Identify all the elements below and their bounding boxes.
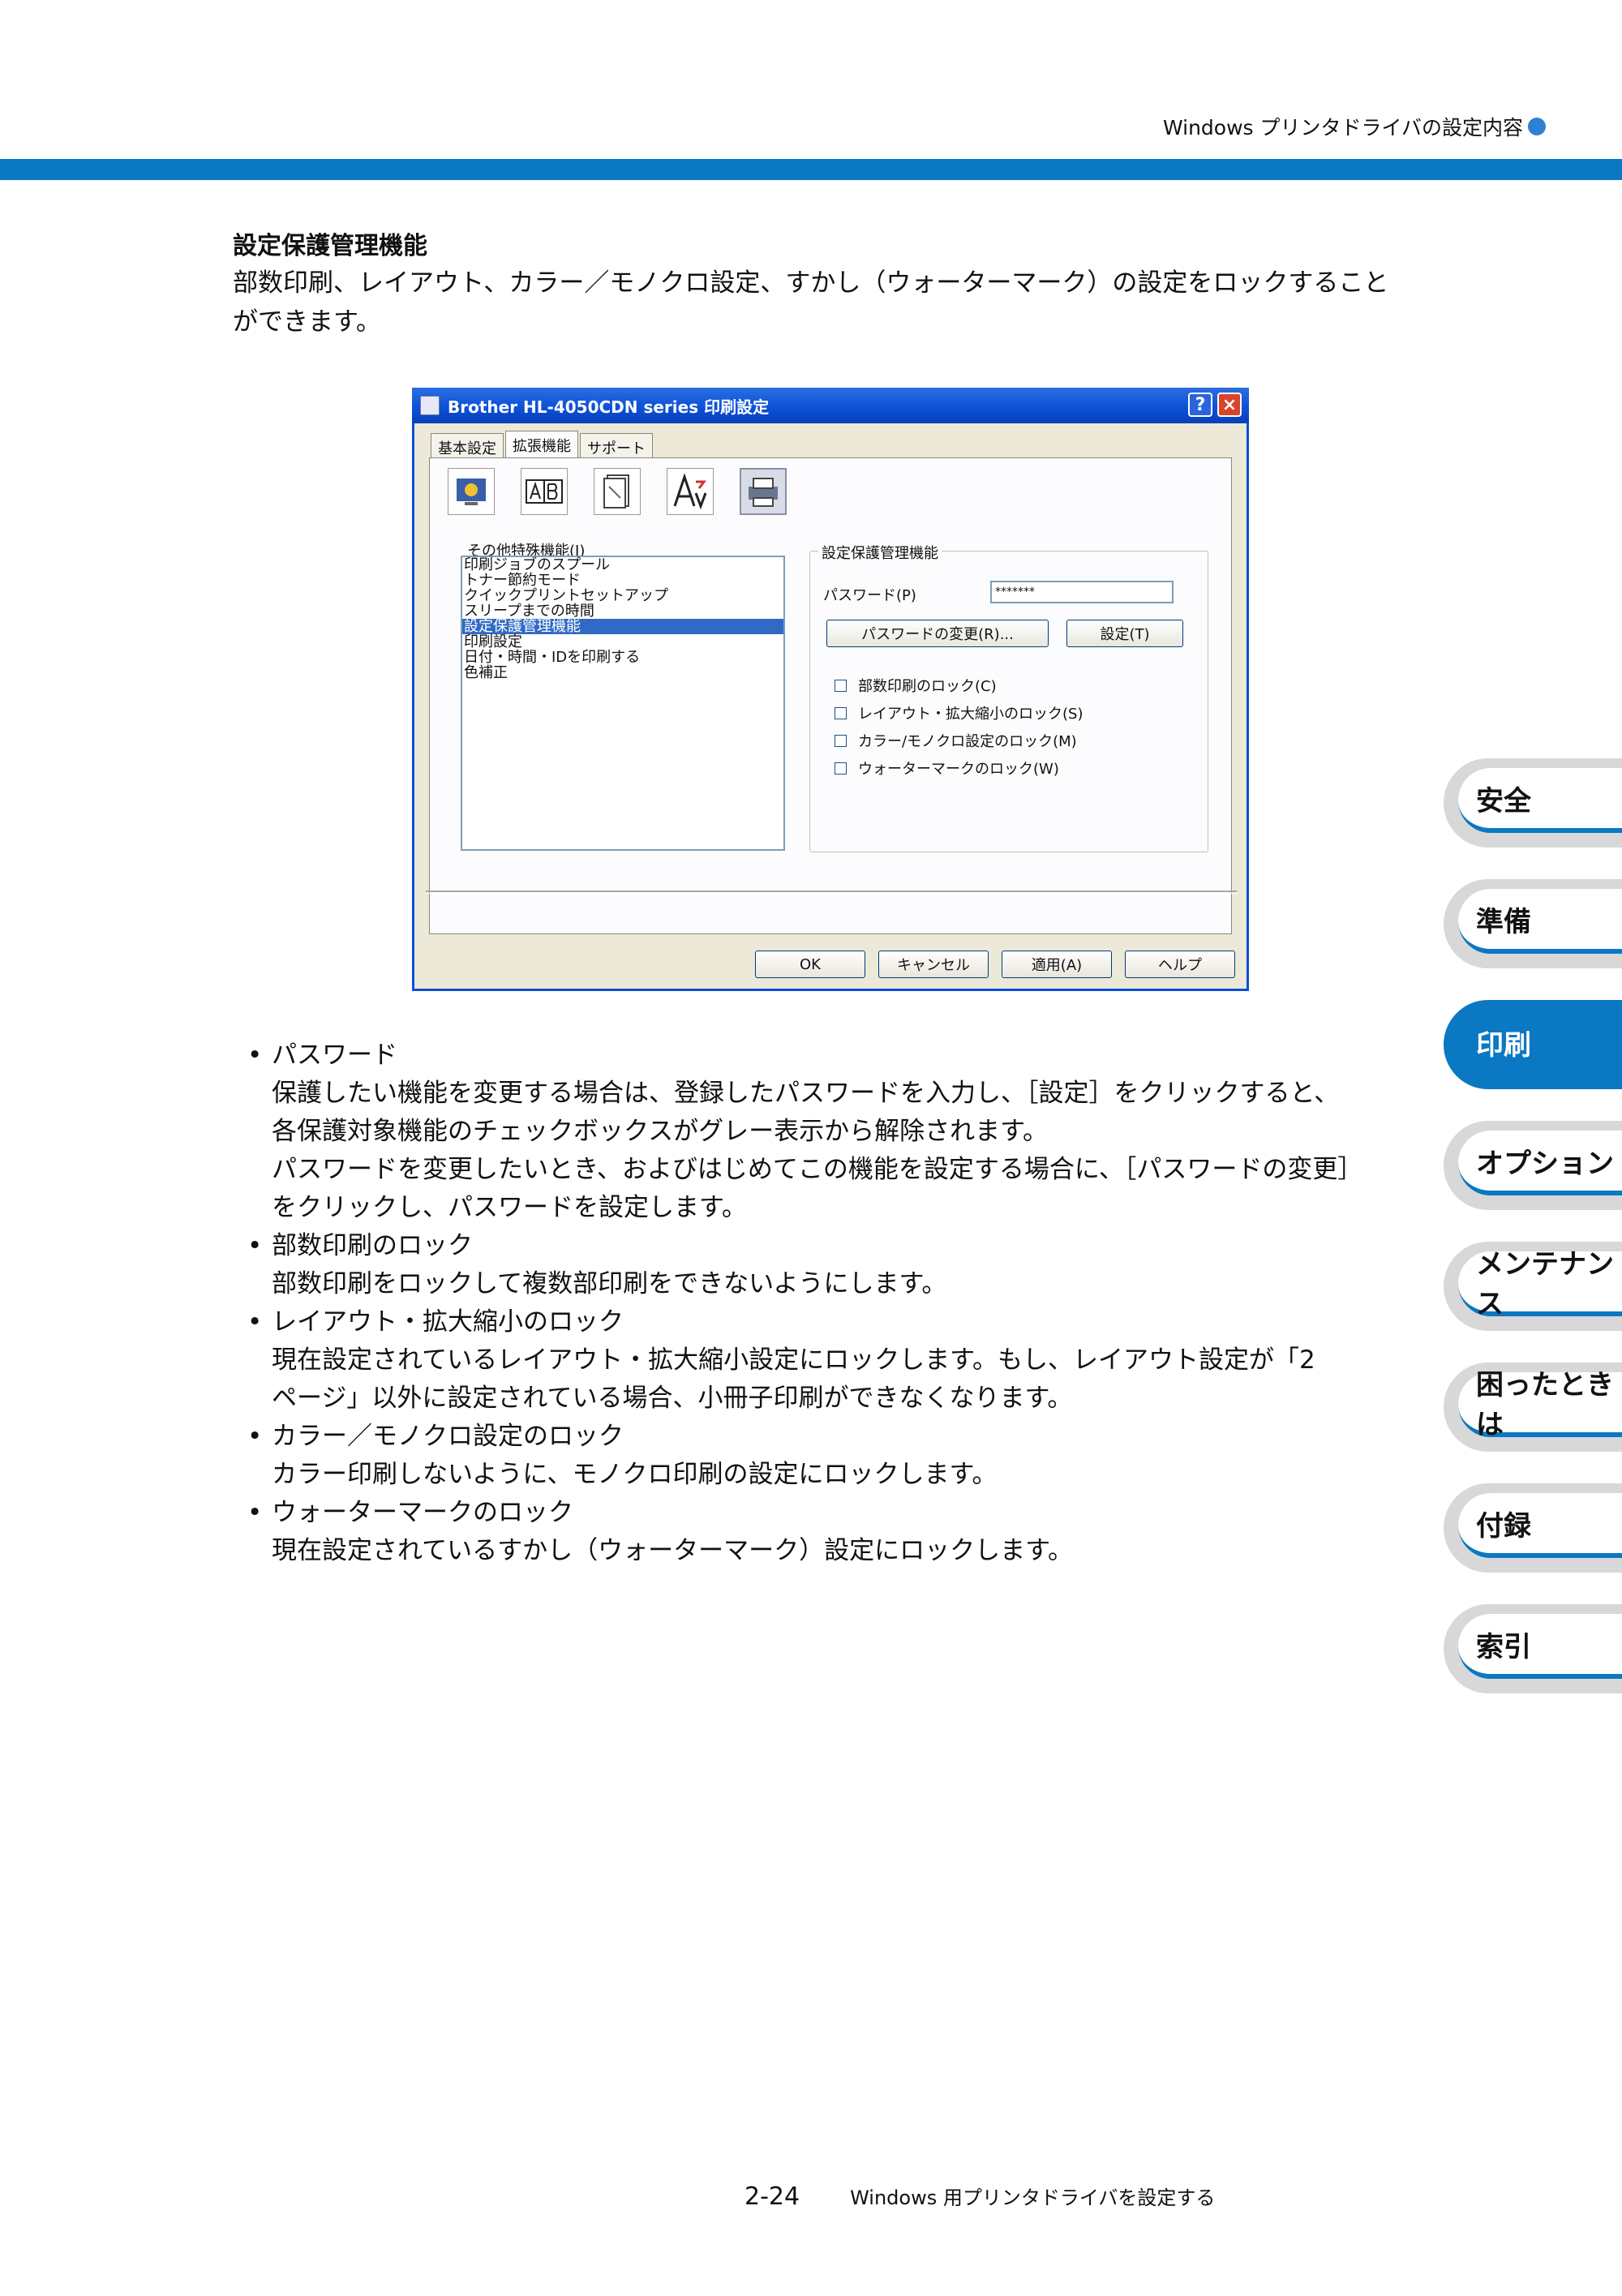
protection-group: 設定保護管理機能 パスワード(P) ******* パスワードの変更(R)...… [809,542,1208,852]
printer-settings-icon[interactable] [740,468,787,515]
printer-icon [420,396,440,415]
intro-paragraph: 部数印刷、レイアウト、カラー／モノクロ設定、すかし（ウォーターマーク）の設定をロ… [233,264,1449,341]
side-tab-safety[interactable]: 安全 [1444,758,1622,848]
list-item[interactable]: クイックプリントセットアップ [462,588,783,603]
bullet-title: • レイアウト・拡大縮小のロック [247,1307,624,1337]
list-item[interactable]: 色補正 [462,665,783,680]
checkbox-row[interactable]: カラー/モノクロ設定のロック(M) [835,730,1077,751]
page-footer: 2-24 Windows 用プリンタドライバを設定する [744,2182,1215,2211]
bullet-line: パスワードを変更したいとき、およびはじめてこの機能を設定する場合に、［パスワード… [272,1155,1363,1184]
checkbox-label: カラー/モノクロ設定のロック(M) [858,733,1077,750]
bullet-line: 現在設定されているすかし（ウォーターマーク）設定にロックします。 [272,1536,1073,1565]
checkbox-row[interactable]: ウォーターマークのロック(W) [835,757,1059,779]
list-item[interactable]: 日付・時間・IDを印刷する [462,650,783,665]
dialog-title: Brother HL-4050CDN series 印刷設定 [448,397,770,417]
bullet-dot-icon [1528,118,1546,135]
bullet-line: 現在設定されているレイアウト・拡大縮小設定にロックします。もし、レイアウト設定が… [272,1345,1315,1375]
bullet-title: • パスワード [247,1041,397,1070]
cancel-button[interactable]: キャンセル [878,951,989,978]
bullet-title-text: カラー／モノクロ設定のロック [272,1422,624,1451]
checkbox-row[interactable]: レイアウト・拡大縮小のロック(S) [835,702,1083,723]
list-item-selected[interactable]: 設定保護管理機能 [462,619,783,634]
checkbox[interactable] [835,734,847,747]
checkbox-row[interactable]: 部数印刷のロック(C) [835,675,997,696]
side-tab-label: 困ったときは [1458,1369,1622,1441]
checkbox-label: 部数印刷のロック(C) [858,678,997,695]
bullet-line: 各保護対象機能のチェックボックスがグレー表示から解除されます。 [272,1117,1048,1146]
change-password-button[interactable]: パスワードの変更(R)... [826,620,1049,647]
print-settings-dialog: Brother HL-4050CDN series 印刷設定 ? × 基本設定 … [412,388,1249,991]
header-band [0,159,1622,180]
side-tab-maintenance[interactable]: メンテナンス [1444,1242,1622,1331]
section-title: 設定保護管理機能 [233,232,427,260]
help-icon[interactable]: ? [1188,393,1212,417]
bullet-line: ページ」以外に設定されている場合、小冊子印刷ができなくなります。 [272,1384,1073,1413]
side-tab-index[interactable]: 索引 [1444,1604,1622,1693]
font-icon[interactable] [667,468,714,515]
checkbox[interactable] [835,762,847,775]
side-tab-label: 印刷 [1458,1010,1622,1075]
help-button[interactable]: ヘルプ [1125,951,1235,978]
features-listbox[interactable]: 印刷ジョブのスプール トナー節約モード クイックプリントセットアップ スリープま… [461,556,785,851]
bullet-title-text: 部数印刷のロック [272,1231,473,1260]
side-tab-troubleshooting[interactable]: 困ったときは [1444,1363,1622,1452]
checkbox-label: ウォーターマークのロック(W) [858,761,1059,778]
side-tab-print[interactable]: 印刷 [1444,1000,1622,1089]
password-label: パスワード(P) [823,587,916,604]
close-icon[interactable]: × [1217,393,1242,417]
side-tab-label: 付録 [1458,1493,1622,1558]
running-header: Windows プリンタドライバの設定内容 [1163,112,1546,141]
side-tab-label: 準備 [1458,889,1622,954]
tab-panel: その他特殊機能(I) 印刷ジョブのスプール トナー節約モード クイックプリントセ… [429,457,1232,934]
feature-icon-bar [448,468,787,515]
ok-button[interactable]: OK [755,951,865,978]
intro-line: 部数印刷、レイアウト、カラー／モノクロ設定、すかし（ウォーターマーク）の設定をロ… [233,268,1389,298]
side-tab-label: メンテナンス [1458,1248,1622,1320]
bullet-line: をクリックし、パスワードを設定します。 [272,1193,747,1222]
monitor-icon[interactable] [448,468,495,515]
divider [426,893,1237,894]
side-tab-label: 安全 [1458,768,1622,833]
bullet-line: カラー印刷しないように、モノクロ印刷の設定にロックします。 [272,1460,998,1489]
side-tab-appendix[interactable]: 付録 [1444,1483,1622,1573]
password-field[interactable]: ******* [990,581,1174,603]
bullet-title: • 部数印刷のロック [247,1231,473,1260]
set-button[interactable]: 設定(T) [1066,620,1183,647]
bullet-line: 保護したい機能を変更する場合は、登録したパスワードを入力し、［設定］をクリックす… [272,1079,1340,1108]
list-item[interactable]: 印刷設定 [462,634,783,650]
list-item[interactable]: スリープまでの時間 [462,603,783,619]
side-tab-options[interactable]: オプション [1444,1121,1622,1210]
list-item[interactable]: 印刷ジョブのスプール [462,557,783,573]
list-item[interactable]: トナー節約モード [462,573,783,588]
page-number: 2-24 [744,2182,800,2211]
bullet-title-text: パスワード [272,1041,397,1070]
bullet-title: • ウォーターマークのロック [247,1498,573,1527]
group-title: 設定保護管理機能 [818,542,942,563]
dialog-title-bar[interactable]: Brother HL-4050CDN series 印刷設定 [412,388,1249,423]
bullet-line: 部数印刷をロックして複数部印刷をできないようにします。 [272,1269,947,1298]
bullet-title-text: ウォーターマークのロック [272,1498,573,1527]
ab-icon[interactable] [521,468,568,515]
checkbox[interactable] [835,679,847,692]
apply-button[interactable]: 適用(A) [1002,951,1112,978]
bullet-list: • パスワード 保護したい機能を変更する場合は、登録したパスワードを入力し、［設定… [247,1036,1440,1570]
side-tab-label: オプション [1458,1131,1622,1195]
checkbox[interactable] [835,706,847,719]
side-tab-label: 索引 [1458,1614,1622,1679]
checkbox-label: レイアウト・拡大縮小のロック(S) [858,706,1083,723]
side-tab-prep[interactable]: 準備 [1444,879,1622,968]
copy-icon[interactable] [594,468,641,515]
running-header-text: Windows プリンタドライバの設定内容 [1162,116,1523,139]
bullet-title-text: レイアウト・拡大縮小のロック [272,1307,624,1337]
intro-line: ができます。 [233,307,381,337]
footer-text: Windows 用プリンタドライバを設定する [850,2187,1216,2209]
divider [426,891,1237,892]
bullet-title: • カラー／モノクロ設定のロック [247,1422,624,1451]
